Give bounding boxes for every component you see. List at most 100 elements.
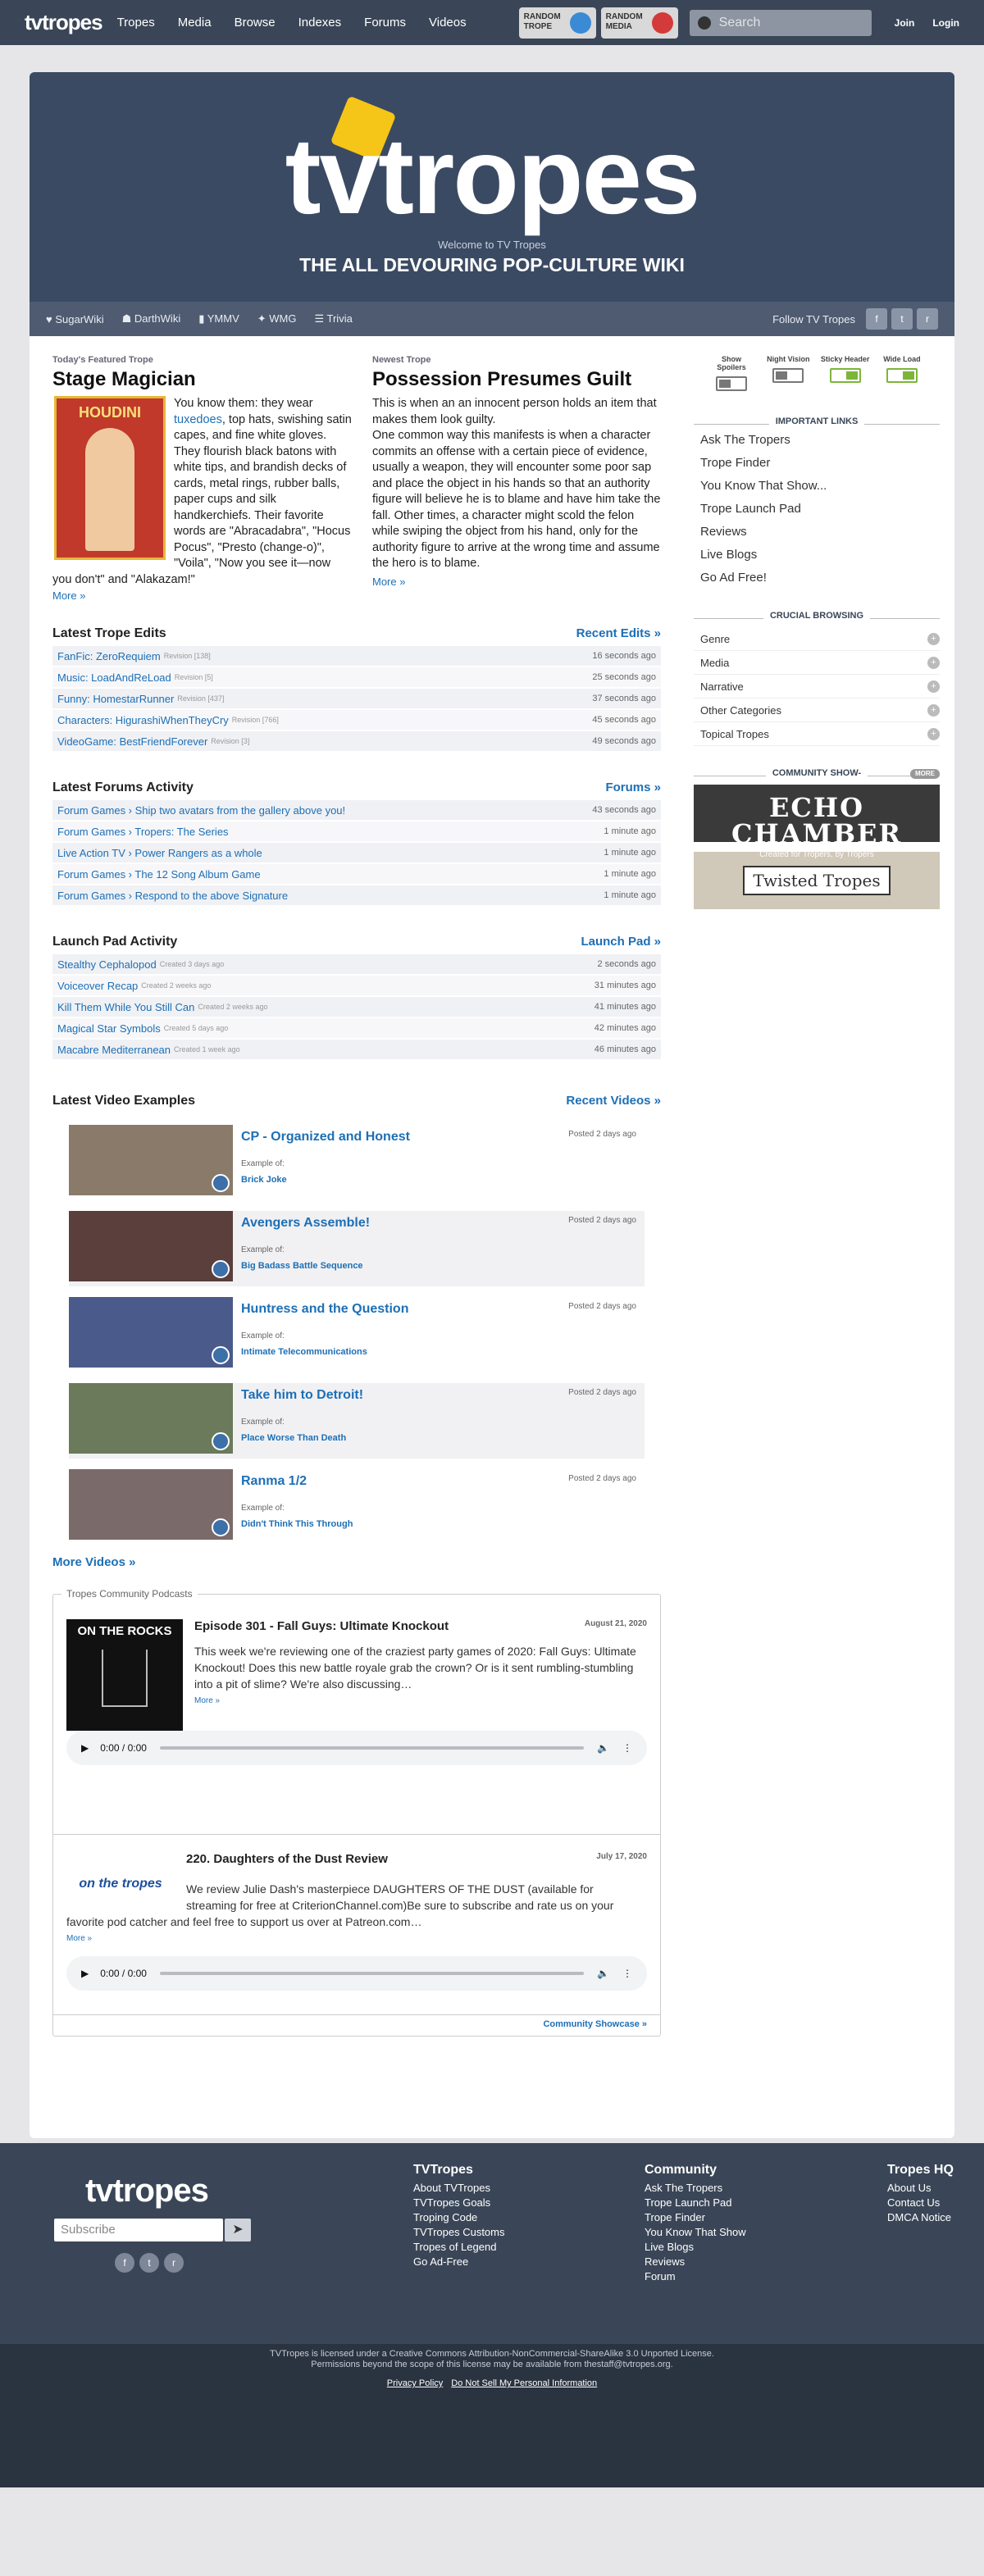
site-logo[interactable]: tvtropes bbox=[25, 10, 103, 35]
sugarwiki-link[interactable]: ♥ SugarWiki bbox=[46, 313, 104, 325]
footer-link[interactable]: Ask The Tropers bbox=[645, 2181, 746, 2196]
nav-tropes[interactable]: Tropes bbox=[117, 16, 155, 30]
launchpad-item-link[interactable]: Macabre Mediterranean bbox=[57, 1044, 171, 1056]
sidebar-item-trope-finder[interactable]: Trope Finder bbox=[694, 456, 940, 479]
launchpad-item-link[interactable]: Stealthy Cephalopod bbox=[57, 958, 157, 971]
sidebar-item-other-categories[interactable]: Other Categories + bbox=[694, 699, 940, 722]
footer-link[interactable]: Trope Launch Pad bbox=[645, 2196, 746, 2210]
nav-media[interactable]: Media bbox=[178, 16, 212, 30]
footer-logo[interactable]: tvtropes bbox=[85, 2173, 209, 2210]
facebook-icon[interactable]: f bbox=[866, 308, 887, 330]
more-videos-link[interactable]: More Videos » bbox=[52, 1555, 661, 1569]
launchpad-item-link[interactable]: Magical Star Symbols bbox=[57, 1022, 161, 1035]
footer-link[interactable]: You Know That Show bbox=[645, 2225, 746, 2240]
featured-title[interactable]: Stage Magician bbox=[52, 368, 353, 391]
footer-link[interactable]: About Us bbox=[887, 2181, 954, 2196]
video-thumbnail[interactable] bbox=[69, 1383, 233, 1454]
tuxedoes-link[interactable]: tuxedoes bbox=[174, 413, 222, 426]
plus-icon[interactable]: + bbox=[927, 632, 940, 645]
video-title[interactable]: Huntress and the Question bbox=[241, 1302, 408, 1316]
video-title[interactable]: Take him to Detroit! bbox=[241, 1388, 363, 1402]
video-title[interactable]: CP - Organized and Honest bbox=[241, 1130, 410, 1144]
echo-chamber-banner[interactable]: ECHO CHAMBER Created for Tropers, by Trop… bbox=[694, 785, 940, 859]
episode-more-link[interactable]: More » bbox=[194, 1696, 220, 1705]
toggle-switch[interactable] bbox=[716, 376, 747, 391]
forum-thread-link[interactable]: Forum Games › Respond to the above Signa… bbox=[57, 890, 288, 902]
send-button[interactable]: ➤ bbox=[225, 2219, 251, 2241]
search-input[interactable]: Search bbox=[689, 9, 872, 36]
forum-thread-link[interactable]: Live Action TV › Power Rangers as a whol… bbox=[57, 847, 262, 859]
launchpad-item-link[interactable]: Voiceover Recap bbox=[57, 980, 138, 992]
nav-indexes[interactable]: Indexes bbox=[298, 16, 342, 30]
sidebar-item-reviews[interactable]: Reviews bbox=[694, 525, 940, 548]
edit-link[interactable]: Characters: HigurashiWhenTheyCry bbox=[57, 714, 229, 726]
launchpad-item-link[interactable]: Kill Them While You Still Can bbox=[57, 1001, 194, 1013]
footer-link[interactable]: Tropes of Legend bbox=[413, 2240, 505, 2255]
episode-more-link[interactable]: More » bbox=[66, 1934, 92, 1943]
trope-link[interactable]: Big Badass Battle Sequence bbox=[241, 1261, 636, 1271]
episode-title[interactable]: 220. Daughters of the Dust Review bbox=[186, 1852, 647, 1866]
footer-link[interactable]: Live Blogs bbox=[645, 2240, 746, 2255]
video-thumbnail[interactable] bbox=[69, 1297, 233, 1368]
more-options-icon[interactable]: ⋮ bbox=[622, 1968, 632, 1979]
footer-link[interactable]: Forum bbox=[645, 2269, 746, 2284]
footer-link[interactable]: Contact Us bbox=[887, 2196, 954, 2210]
video-thumbnail[interactable] bbox=[69, 1211, 233, 1281]
featured-more-link[interactable]: More » bbox=[52, 589, 353, 602]
play-icon[interactable]: ▶ bbox=[81, 1968, 89, 1979]
trope-link[interactable]: Place Worse Than Death bbox=[241, 1433, 636, 1443]
nav-forums[interactable]: Forums bbox=[364, 16, 406, 30]
more-badge[interactable]: MORE bbox=[910, 769, 940, 779]
sidebar-item-go-ad-free[interactable]: Go Ad Free! bbox=[694, 571, 940, 594]
random-media-button[interactable]: RANDOM MEDIA bbox=[600, 7, 678, 39]
privacy-policy-link[interactable]: Privacy Policy bbox=[387, 2378, 443, 2388]
reddit-icon[interactable]: r bbox=[917, 308, 938, 330]
edit-link[interactable]: Funny: HomestarRunner bbox=[57, 693, 174, 705]
forum-thread-link[interactable]: Forum Games › Ship two avatars from the … bbox=[57, 804, 345, 817]
trope-link[interactable]: Brick Joke bbox=[241, 1175, 636, 1185]
twitter-icon[interactable]: t bbox=[139, 2253, 159, 2273]
sidebar-item-live-blogs[interactable]: Live Blogs bbox=[694, 548, 940, 571]
sidebar-item-media[interactable]: Media + bbox=[694, 651, 940, 675]
recent-edits-link[interactable]: Recent Edits » bbox=[576, 626, 661, 640]
play-icon[interactable]: ▶ bbox=[81, 1742, 89, 1754]
forum-thread-link[interactable]: Forum Games › The 12 Song Album Game bbox=[57, 868, 261, 881]
trivia-link[interactable]: ☰ Trivia bbox=[314, 312, 352, 325]
footer-link[interactable]: TVTropes Customs bbox=[413, 2225, 505, 2240]
sidebar-item-you-know-that-show[interactable]: You Know That Show... bbox=[694, 479, 940, 502]
video-thumbnail[interactable] bbox=[69, 1125, 233, 1195]
audio-player[interactable]: ▶ 0:00 / 0:00 🔈 ⋮ bbox=[66, 1731, 647, 1765]
audio-progress[interactable] bbox=[159, 1972, 585, 1975]
video-thumbnail[interactable] bbox=[69, 1469, 233, 1540]
footer-link[interactable]: About TVTropes bbox=[413, 2181, 505, 2196]
footer-link[interactable]: Go Ad-Free bbox=[413, 2255, 505, 2269]
plus-icon[interactable]: + bbox=[927, 680, 940, 693]
toggle-switch[interactable] bbox=[772, 368, 804, 383]
audio-player[interactable]: ▶ 0:00 / 0:00 🔈 ⋮ bbox=[66, 1956, 647, 1991]
edit-link[interactable]: VideoGame: BestFriendForever bbox=[57, 735, 207, 748]
random-trope-button[interactable]: RANDOM TROPE bbox=[518, 7, 596, 39]
plus-icon[interactable]: + bbox=[927, 727, 940, 740]
recent-videos-link[interactable]: Recent Videos » bbox=[566, 1094, 661, 1108]
edit-link[interactable]: FanFic: ZeroRequiem bbox=[57, 650, 161, 662]
join-link[interactable]: Join bbox=[895, 17, 915, 29]
facebook-icon[interactable]: f bbox=[115, 2253, 134, 2273]
video-title[interactable]: Avengers Assemble! bbox=[241, 1216, 370, 1230]
footer-link[interactable]: Troping Code bbox=[413, 2210, 505, 2225]
launchpad-link[interactable]: Launch Pad » bbox=[581, 935, 661, 949]
trope-link[interactable]: Intimate Telecommunications bbox=[241, 1347, 636, 1357]
toggle-switch[interactable] bbox=[829, 368, 861, 383]
sidebar-item-narrative[interactable]: Narrative + bbox=[694, 675, 940, 699]
login-link[interactable]: Login bbox=[932, 17, 959, 29]
episode-title[interactable]: Episode 301 - Fall Guys: Ultimate Knocko… bbox=[194, 1619, 647, 1633]
forums-link[interactable]: Forums » bbox=[605, 781, 661, 794]
ymmv-link[interactable]: ▮ YMMV bbox=[198, 312, 239, 325]
twisted-tropes-banner[interactable]: Twisted Tropes bbox=[694, 852, 940, 909]
sidebar-item-genre[interactable]: Genre + bbox=[694, 627, 940, 651]
toggle-show-spoilers[interactable]: Show Spoilers bbox=[707, 355, 756, 391]
plus-icon[interactable]: + bbox=[927, 703, 940, 717]
plus-icon[interactable]: + bbox=[927, 656, 940, 669]
audio-progress[interactable] bbox=[159, 1746, 585, 1750]
toggle-sticky-header[interactable]: Sticky Header bbox=[821, 355, 870, 391]
edit-link[interactable]: Music: LoadAndReLoad bbox=[57, 671, 171, 684]
